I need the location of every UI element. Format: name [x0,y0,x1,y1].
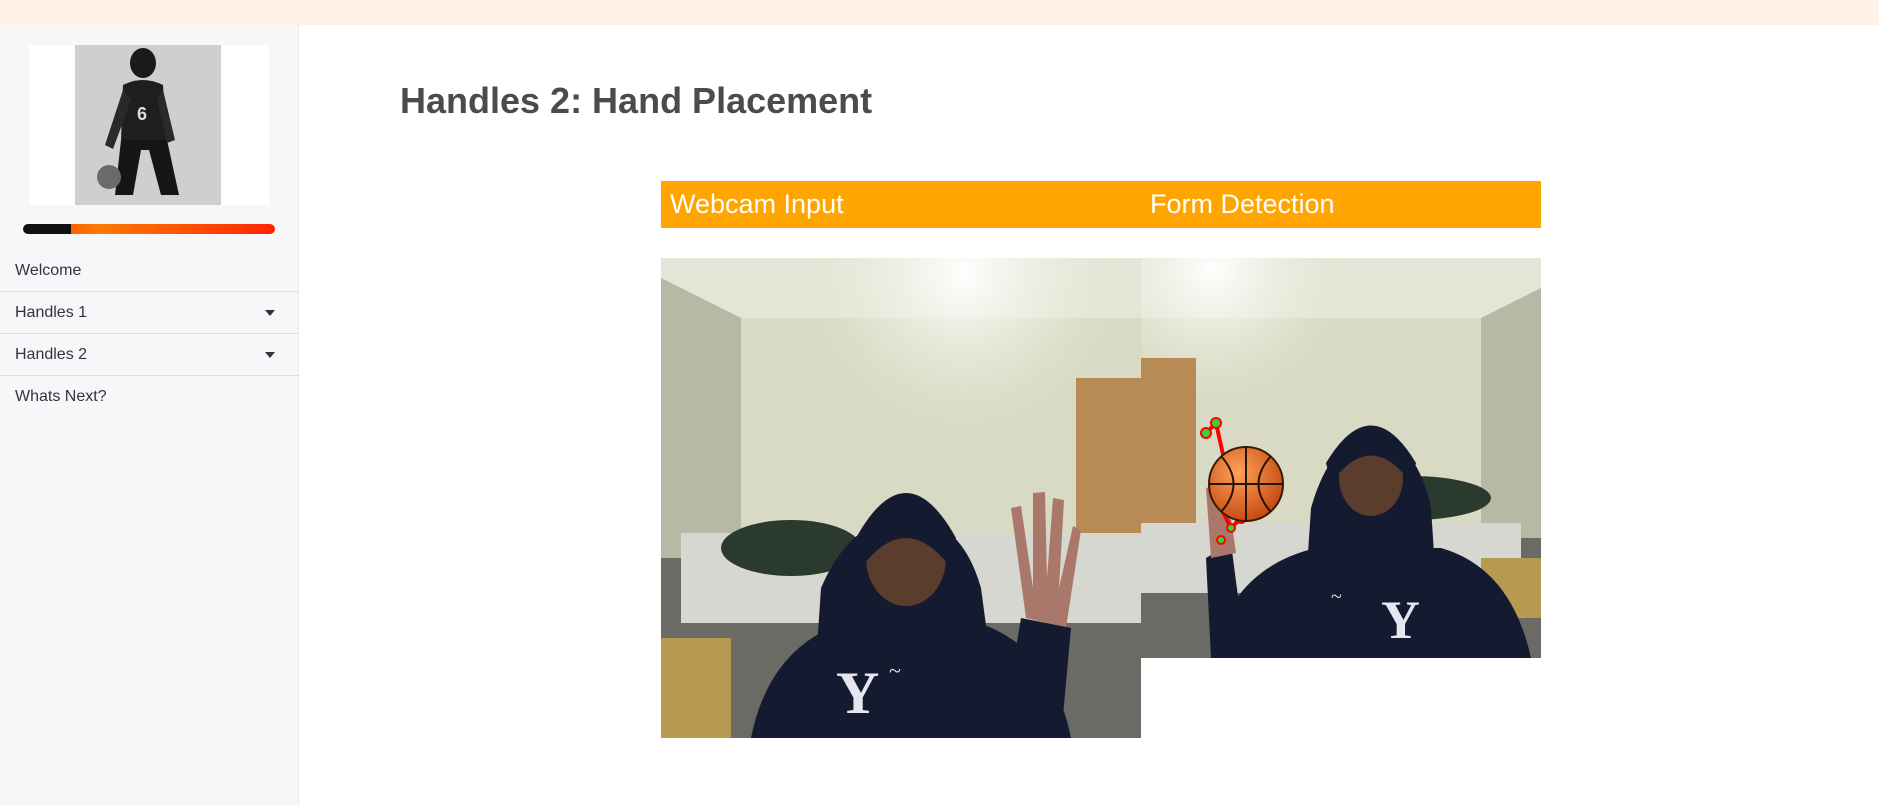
sidebar-item-label: Handles 1 [15,304,88,321]
progress-bar [23,224,275,234]
sidebar-item-label: Welcome [15,262,82,279]
top-decoration-bar [0,0,1879,25]
webcam-input-header: Webcam Input [670,189,844,219]
sidebar-item-handles-1[interactable]: Handles 1 [0,292,299,334]
form-detection-frame: Y ~ [1141,258,1541,658]
sidebar-item-welcome[interactable]: Welcome [0,250,299,292]
logo: 6 [29,45,269,205]
sidebar-item-label: Whats Next? [15,388,107,405]
sidebar-item-whats-next[interactable]: Whats Next? [0,376,299,418]
svg-text:Y: Y [1381,590,1420,650]
sidebar-item-handles-2[interactable]: Handles 2 [0,334,299,376]
player-photo: 6 [75,45,221,205]
svg-text:~: ~ [889,658,901,683]
sidebar: 6 Welcome Handles 1 Handles 2 Whats Next… [0,25,299,805]
progress-fill [23,224,71,234]
main-content: Handles 2: Hand Placement Webcam Input F… [300,25,1879,805]
page-title: Handles 2: Hand Placement [400,80,873,121]
sidebar-nav: Welcome Handles 1 Handles 2 Whats Next? [0,250,299,418]
svg-text:6: 6 [137,104,147,124]
svg-text:~: ~ [1331,586,1342,608]
chevron-down-icon[interactable] [265,310,275,316]
chevron-down-icon[interactable] [265,352,275,358]
webcam-input-frame: Y ~ [661,258,1141,738]
sidebar-item-label: Handles 2 [15,346,88,363]
form-detection-header: Form Detection [1150,189,1335,219]
column-header-bar: Webcam Input Form Detection [661,181,1541,228]
svg-text:Y: Y [836,660,879,726]
